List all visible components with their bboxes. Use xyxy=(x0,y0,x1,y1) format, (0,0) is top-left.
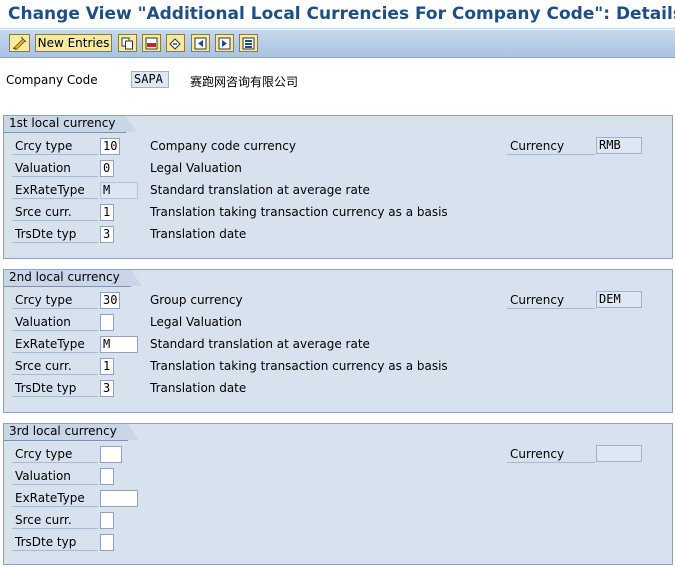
previous-entry-icon[interactable] xyxy=(215,34,234,52)
srce-curr-label: Srce curr. xyxy=(12,512,98,529)
new-entries-label: New Entries xyxy=(37,36,110,50)
exrate-type-label: ExRateType xyxy=(12,336,98,353)
crcy-type-field[interactable]: 30 xyxy=(100,292,120,309)
currency-field[interactable]: RMB xyxy=(596,137,642,154)
valuation-label: Valuation xyxy=(12,314,98,331)
page-title: Change View "Additional Local Currencies… xyxy=(8,4,675,24)
delete-icon[interactable] xyxy=(142,34,161,52)
trsdte-typ-field[interactable]: 3 xyxy=(100,380,114,397)
crcy-type-description: Group currency xyxy=(150,293,243,307)
exrate-type-description: Standard translation at average rate xyxy=(150,337,370,351)
currency-label: Currency xyxy=(507,138,595,155)
trsdte-typ-label: TrsDte typ xyxy=(12,534,98,551)
valuation-label: Valuation xyxy=(12,468,98,485)
trsdte-typ-field[interactable] xyxy=(100,534,114,551)
currency-field[interactable] xyxy=(596,445,642,462)
valuation-description: Legal Valuation xyxy=(150,161,242,175)
srce-curr-field[interactable]: 1 xyxy=(100,204,114,221)
group-1st-local-currency: 1st local currency Crcy type 10 Company … xyxy=(3,115,673,259)
group-title: 2nd local currency xyxy=(4,269,142,287)
trsdte-typ-field[interactable]: 3 xyxy=(100,226,114,243)
srce-curr-label: Srce curr. xyxy=(12,204,98,221)
currency-label: Currency xyxy=(507,446,595,463)
crcy-type-label: Crcy type xyxy=(12,446,98,463)
crcy-type-field[interactable] xyxy=(100,446,122,463)
group-title: 1st local currency xyxy=(4,115,138,133)
company-name: 赛跑网咨询有限公司 xyxy=(190,75,299,89)
exrate-type-field[interactable]: M xyxy=(100,336,138,353)
company-code-label: Company Code xyxy=(6,73,98,87)
group-3rd-local-currency: 3rd local currency Crcy type Currency Va… xyxy=(3,423,673,565)
srce-curr-field[interactable] xyxy=(100,512,114,529)
valuation-field[interactable]: 0 xyxy=(100,160,114,177)
change-display-icon[interactable] xyxy=(9,34,30,52)
trsdte-typ-label: TrsDte typ xyxy=(12,380,98,397)
trsdte-typ-description: Translation date xyxy=(150,381,247,395)
exrate-type-field[interactable] xyxy=(100,490,138,507)
crcy-type-field[interactable]: 10 xyxy=(100,138,120,155)
valuation-label: Valuation xyxy=(12,160,98,177)
currency-field[interactable]: DEM xyxy=(596,291,642,308)
title-divider xyxy=(0,28,675,29)
undo-icon[interactable] xyxy=(166,34,185,52)
valuation-description: Legal Valuation xyxy=(150,315,242,329)
copy-icon[interactable] xyxy=(118,34,137,52)
crcy-type-label: Crcy type xyxy=(12,138,98,155)
crcy-type-label: Crcy type xyxy=(12,292,98,309)
valuation-field[interactable] xyxy=(100,468,114,485)
company-code-field[interactable]: SAPA xyxy=(131,71,169,88)
group-2nd-local-currency: 2nd local currency Crcy type 30 Group cu… xyxy=(3,269,673,413)
exrate-type-description: Standard translation at average rate xyxy=(150,183,370,197)
srce-curr-description: Translation taking transaction currency … xyxy=(150,359,448,373)
trsdte-typ-description: Translation date xyxy=(150,227,247,241)
exrate-type-label: ExRateType xyxy=(12,182,98,199)
srce-curr-field[interactable]: 1 xyxy=(100,358,114,375)
srce-curr-label: Srce curr. xyxy=(12,358,98,375)
crcy-type-description: Company code currency xyxy=(150,139,296,153)
group-title: 3rd local currency xyxy=(4,423,139,441)
exrate-type-field[interactable]: M xyxy=(100,182,138,199)
srce-curr-description: Translation taking transaction currency … xyxy=(150,205,448,219)
currency-label: Currency xyxy=(507,292,595,309)
first-entry-icon[interactable] xyxy=(191,34,210,52)
exrate-type-label: ExRateType xyxy=(12,490,98,507)
new-entries-button[interactable]: New Entries xyxy=(35,34,112,52)
trsdte-typ-label: TrsDte typ xyxy=(12,226,98,243)
valuation-field[interactable] xyxy=(100,314,114,331)
last-entry-icon[interactable] xyxy=(239,34,258,52)
application-toolbar: New Entries xyxy=(0,30,675,58)
